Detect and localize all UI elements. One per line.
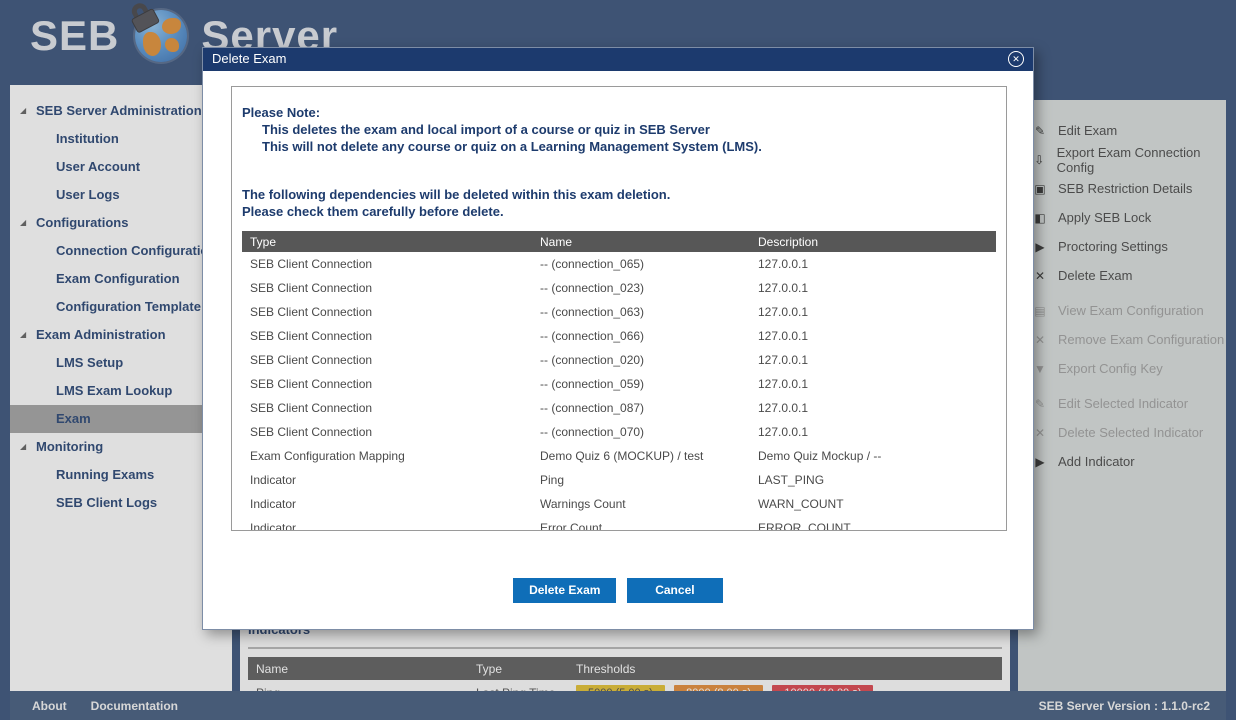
page: SEB Server SEB Server Administration Ins… [0,0,1236,720]
table-row: SEB Client Connection-- (connection_070)… [242,420,996,444]
note-line-2: This will not delete any course or quiz … [242,138,996,155]
dependency-line-1: The following dependencies will be delet… [242,186,996,203]
dialog-titlebar: Delete Exam [203,48,1033,71]
table-row: IndicatorPingLAST_PING [242,468,996,492]
dialog-title: Delete Exam [212,51,286,66]
cancel-button[interactable]: Cancel [627,578,723,603]
table-row: SEB Client Connection-- (connection_066)… [242,324,996,348]
table-row: SEB Client Connection-- (connection_065)… [242,252,996,276]
note-heading: Please Note: [242,104,996,121]
dependencies-table: Type Name Description SEB Client Connect… [242,231,996,531]
delete-exam-confirm-button[interactable]: Delete Exam [513,578,616,603]
delete-exam-dialog: Delete Exam Please Note: This deletes th… [202,47,1034,630]
note-line-1: This deletes the exam and local import o… [242,121,996,138]
dialog-button-bar: Delete Exam Cancel [203,578,1033,603]
dependency-line-2: Please check them carefully before delet… [242,203,996,220]
table-row: SEB Client Connection-- (connection_063)… [242,300,996,324]
table-row: Exam Configuration MappingDemo Quiz 6 (M… [242,444,996,468]
table-row: SEB Client Connection-- (connection_059)… [242,372,996,396]
table-row: SEB Client Connection-- (connection_020)… [242,348,996,372]
table-row: SEB Client Connection-- (connection_087)… [242,396,996,420]
dependencies-table-header: Type Name Description [242,231,996,252]
table-row: IndicatorWarnings CountWARN_COUNT [242,492,996,516]
table-row: IndicatorError CountERROR_COUNT [242,516,996,531]
table-row: SEB Client Connection-- (connection_023)… [242,276,996,300]
dialog-note-box: Please Note: This deletes the exam and l… [231,86,1007,531]
close-icon[interactable] [1008,51,1024,67]
